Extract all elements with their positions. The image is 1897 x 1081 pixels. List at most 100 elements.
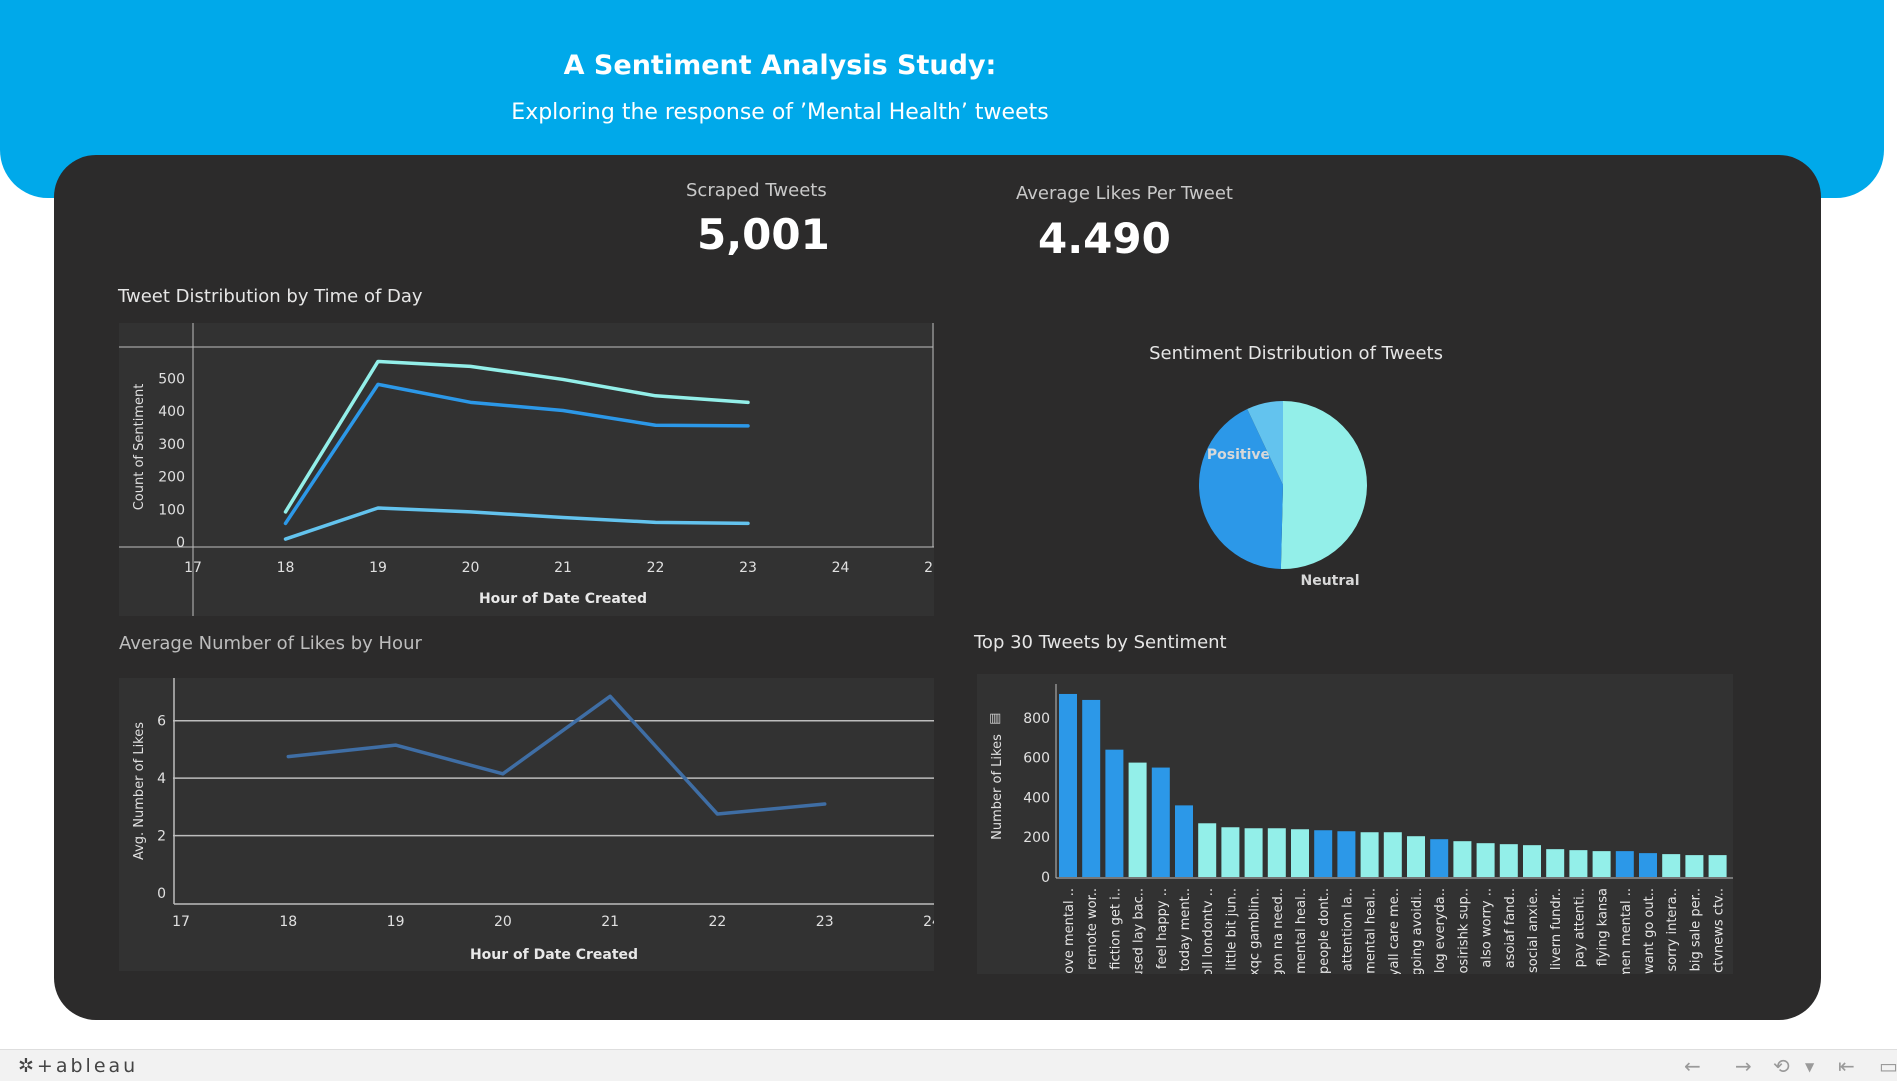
time-of-day-chart[interactable]: 0 100 200 300 400 500 17 18 19 20 21 22 23 24 25 Hour o… (119, 323, 934, 616)
bar-category-label: also worry .. (1480, 888, 1495, 968)
y-tick-label: 2 (157, 829, 166, 845)
bar (1175, 805, 1193, 877)
bar (1198, 823, 1217, 877)
y-tick-label: 6 (157, 714, 166, 730)
bar-category-label: people dont.. (1317, 888, 1332, 974)
tableau-snowflake-icon: ✲ (18, 1055, 37, 1077)
tableau-logo[interactable]: ✲+ableau (18, 1055, 138, 1077)
pie-title: Sentiment Distribution of Tweets (1150, 343, 1443, 364)
x-tick-label: 17 (184, 560, 202, 576)
revert-icon[interactable]: ⟲ (1773, 1054, 1790, 1078)
bar-category-label: love mental .. (1062, 888, 1077, 974)
y-tick-label: 400 (158, 404, 185, 420)
revert-dropdown-icon[interactable]: ▼ (1805, 1060, 1814, 1074)
bar-category-label: feel happy .. (1155, 888, 1170, 969)
x-tick-label: 22 (709, 914, 727, 930)
y-axis-title: Avg. Number of Likes (132, 722, 147, 860)
bar (1430, 839, 1449, 877)
bar-category-label: osirishk sup.. (1456, 888, 1471, 974)
bar-category-label: livern fundr.. (1549, 888, 1564, 970)
x-axis-title: Hour of Date Created (470, 947, 638, 963)
scraped-tweets-value: 5,001 (697, 210, 830, 259)
x-tick-label: 24 (923, 914, 934, 930)
y-tick-label: 4 (157, 771, 166, 787)
y-tick-label: 300 (158, 437, 185, 453)
bar-category-label: oll londontv .. (1201, 888, 1216, 974)
top30-title: Top 30 Tweets by Sentiment (974, 632, 1227, 653)
pie-label-neutral: Neutral (1300, 573, 1359, 589)
dashboard-subtitle: Exploring the response of ’Mental Health… (511, 100, 1049, 125)
bar-chart-icon: ▥ (989, 711, 1001, 726)
fullscreen-icon[interactable]: ▭ (1879, 1054, 1897, 1078)
x-tick-label: 20 (462, 560, 480, 576)
bar (1476, 843, 1495, 877)
bar-category-label: men mental .. (1619, 888, 1634, 974)
x-tick-label: 22 (647, 560, 665, 576)
y-tick-label: 600 (1023, 751, 1050, 767)
y-tick-label: 0 (157, 886, 166, 902)
bar (1569, 850, 1588, 877)
tableau-logo-text: +ableau (36, 1055, 139, 1077)
bar (1221, 827, 1240, 877)
bar-category-label: mental heal.. (1364, 888, 1379, 974)
y-tick-label: 200 (1023, 830, 1050, 846)
likes-by-hour-title: Average Number of Likes by Hour (119, 633, 422, 654)
x-tick-label: 20 (494, 914, 512, 930)
bar (1708, 855, 1727, 877)
bar (1128, 762, 1147, 877)
bar-category-label: pay attenti.. (1572, 888, 1587, 967)
bar (1662, 854, 1681, 877)
y-axis-title: Number of Likes (990, 734, 1005, 840)
bar (1592, 851, 1611, 877)
y-axis-title: Count of Sentiment (132, 384, 147, 511)
bar-category-label: sorry intera.. (1665, 888, 1680, 972)
dashboard-title: A Sentiment Analysis Study: (563, 50, 997, 81)
bar-category-label: little bit jun.. (1224, 888, 1239, 971)
bar (1151, 767, 1170, 877)
plot-background (119, 323, 934, 616)
x-tick-label: 19 (387, 914, 405, 930)
x-tick-label: 21 (554, 560, 572, 576)
sentiment-pie-chart[interactable]: Sentiment Distribution of TweetsNegative… (1150, 335, 1450, 595)
bar (1383, 832, 1402, 877)
y-tick-label: 200 (158, 470, 185, 486)
scraped-tweets-label: Scraped Tweets (686, 180, 827, 201)
bar-category-label: fiction get i.. (1108, 888, 1123, 970)
pie-label-positive: Positive (1207, 447, 1270, 463)
bar-category-label: attention la.. (1340, 888, 1355, 971)
avg-likes-value: 4.490 (1038, 214, 1171, 263)
bar-category-label: flying kansa (1596, 888, 1611, 966)
redo-icon[interactable]: → (1735, 1054, 1752, 1078)
y-tick-label: 0 (176, 535, 185, 551)
bar (1523, 845, 1541, 877)
x-tick-label: 24 (832, 560, 850, 576)
bar (1105, 749, 1124, 877)
bar (1639, 853, 1657, 877)
bar-category-label: yall care me.. (1387, 888, 1402, 974)
bar-category-label: social anxie.. (1526, 888, 1541, 973)
x-tick-label: 25 (924, 560, 934, 576)
bar-category-label: mental heal.. (1294, 888, 1309, 974)
undo-icon[interactable]: ← (1684, 1054, 1701, 1078)
bar-category-label: today ment.. (1178, 888, 1193, 971)
x-tick-label: 23 (816, 914, 834, 930)
plot-background (119, 678, 934, 971)
y-tick-label: 500 (158, 371, 185, 387)
bar (1291, 829, 1309, 877)
x-tick-label: 18 (279, 914, 297, 930)
bar-category-label: asoiaf fand.. (1503, 888, 1518, 968)
top30-bar-chart[interactable]: 0 200 400 600 800 Number of Likes ▥ love mental… (977, 674, 1733, 974)
likes-by-hour-chart[interactable]: 02461718192021222324Hour of Date Created… (119, 678, 934, 971)
bar (1453, 841, 1472, 877)
tableau-footer: ✲+ableau ← → ⟲ ▼ ⇤ ▭ (0, 1049, 1897, 1081)
x-tick-label: 17 (172, 914, 190, 930)
pause-updates-icon[interactable]: ⇤ (1838, 1054, 1855, 1078)
bar (1360, 832, 1379, 877)
x-tick-label: 18 (277, 560, 295, 576)
y-tick-label: 400 (1023, 790, 1050, 806)
bar-category-label: xqc gamblin.. (1248, 888, 1263, 974)
bar-category-label: big sale per.. (1688, 888, 1703, 971)
bar (1615, 851, 1634, 877)
pie-slice-negative (1280, 401, 1368, 569)
time-of-day-title: Tweet Distribution by Time of Day (118, 286, 423, 307)
